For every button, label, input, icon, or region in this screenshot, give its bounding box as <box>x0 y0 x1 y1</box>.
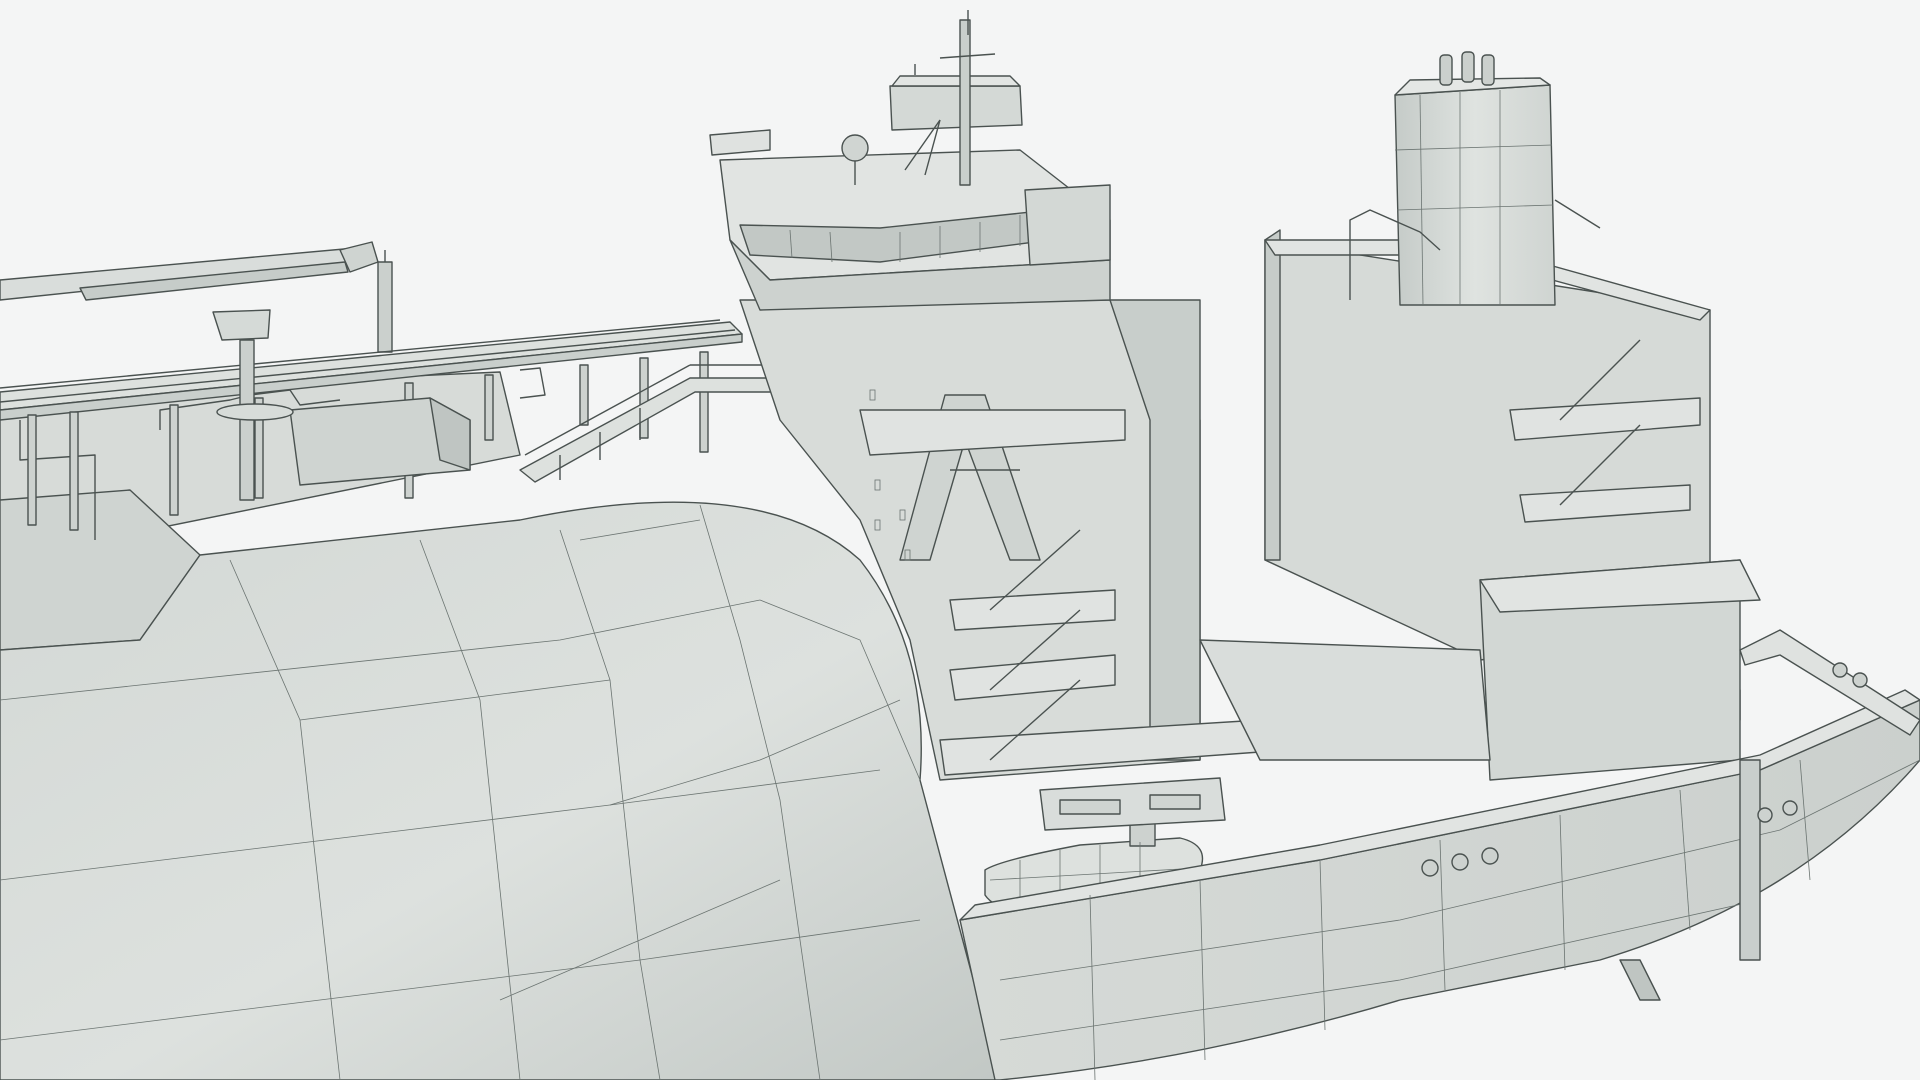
ship-render <box>0 0 1920 1080</box>
funnel <box>1394 51 1556 306</box>
radar-dome <box>841 134 869 162</box>
